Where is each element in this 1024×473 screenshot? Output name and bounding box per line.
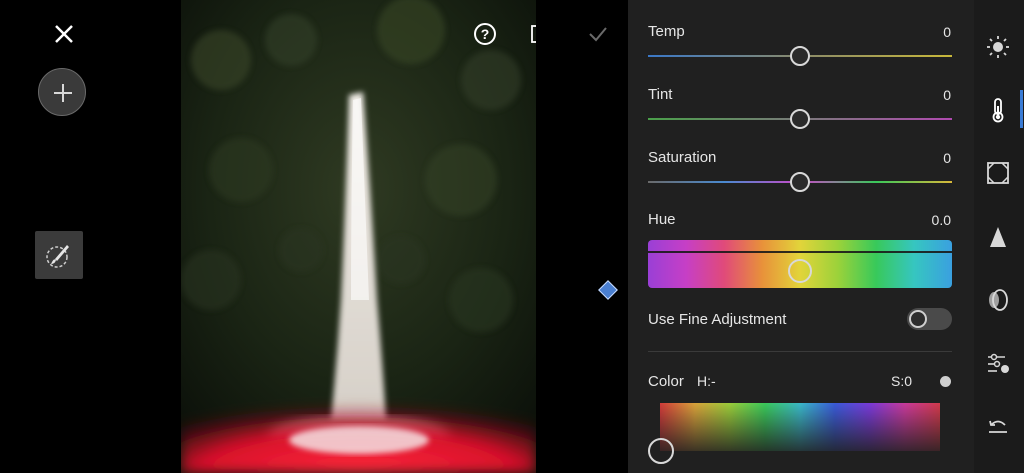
help-button[interactable]: ?	[471, 20, 499, 48]
waterfall-photo	[181, 0, 536, 473]
left-toolbar	[0, 0, 181, 473]
toggle-knob	[909, 310, 927, 328]
photo-canvas[interactable]: ?	[181, 0, 536, 473]
undo-icon	[989, 420, 1007, 433]
compare-button[interactable]	[527, 20, 536, 48]
color-label: Color	[648, 373, 684, 390]
color-picker-field[interactable]	[660, 403, 940, 451]
close-button[interactable]	[50, 20, 78, 48]
temp-label: Temp	[648, 23, 685, 40]
saturation-label: Saturation	[648, 149, 717, 166]
tint-label: Tint	[648, 86, 673, 103]
checkmark-icon	[589, 27, 607, 42]
hue-slider-thumb[interactable]	[788, 259, 812, 283]
geometry-icon	[987, 162, 1009, 184]
saturation-value: 0	[943, 150, 951, 166]
color-hue-readout: H:-	[697, 373, 716, 389]
canvas-margin	[536, 0, 628, 473]
compare-icon	[531, 25, 536, 43]
hue-label: Hue	[648, 211, 676, 228]
brush-mask-button[interactable]	[35, 231, 83, 279]
saturation-slider-thumb[interactable]	[790, 172, 810, 192]
rail-effects-button[interactable]	[985, 224, 1011, 250]
tool-rail	[974, 0, 1024, 473]
rail-light-button[interactable]	[985, 34, 1011, 60]
hue-reference-line	[648, 251, 952, 253]
color-swatch-dot[interactable]	[940, 376, 951, 387]
rail-color-button[interactable]	[985, 97, 1011, 123]
light-icon	[987, 36, 1009, 58]
color-panel: Temp 0 Tint 0 Saturation 0 Hue 0.0 Use F…	[628, 0, 974, 473]
tint-slider-thumb[interactable]	[790, 109, 810, 129]
detail-icon	[988, 353, 1009, 373]
color-temp-icon	[992, 98, 1004, 123]
fine-adjustment-label: Use Fine Adjustment	[648, 311, 787, 328]
add-icon	[54, 84, 72, 102]
close-icon	[55, 25, 73, 43]
effects-icon	[990, 227, 1006, 247]
optics-icon	[989, 289, 1008, 311]
help-icon: ?	[474, 23, 496, 45]
rail-optics-button[interactable]	[985, 287, 1011, 313]
fine-adjustment-toggle[interactable]	[907, 308, 952, 330]
rail-geometry-button[interactable]	[985, 160, 1011, 186]
divider	[648, 351, 952, 352]
brush-icon	[46, 245, 69, 268]
confirm-button[interactable]	[584, 20, 612, 48]
add-mask-button[interactable]	[38, 68, 86, 116]
rail-active-indicator	[1020, 90, 1023, 128]
color-saturation-readout: S:0	[891, 373, 913, 389]
svg-text:?: ?	[481, 26, 490, 42]
tint-value: 0	[943, 87, 951, 103]
temp-value: 0	[943, 24, 951, 40]
rail-detail-button[interactable]	[985, 350, 1011, 376]
color-picker-thumb[interactable]	[648, 438, 674, 464]
rail-undo-button[interactable]	[985, 413, 1011, 439]
hue-value: 0.0	[931, 212, 951, 228]
temp-slider-thumb[interactable]	[790, 46, 810, 66]
